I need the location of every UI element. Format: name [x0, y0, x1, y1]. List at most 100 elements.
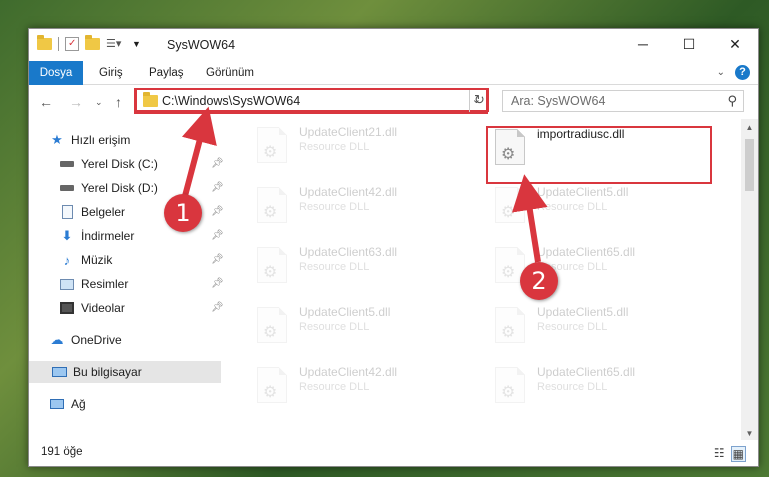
pin-icon[interactable]: 📌︎: [211, 230, 224, 241]
pin-icon[interactable]: 📌︎: [211, 254, 224, 265]
item-count: 191 öğe: [41, 446, 83, 458]
nav-item-videos[interactable]: Videolar: [59, 297, 125, 319]
search-input[interactable]: Ara: SysWOW64: [511, 94, 605, 108]
folder-icon: [37, 35, 52, 50]
recent-locations-icon[interactable]: ⌄: [95, 97, 103, 108]
tab-share[interactable]: Paylaş: [137, 61, 196, 85]
pin-icon[interactable]: 📌︎: [211, 206, 224, 217]
highlight-frame-address: [134, 88, 488, 114]
file-name: UpdateClient5.dll: [299, 305, 391, 319]
nav-network[interactable]: Ağ: [49, 393, 86, 415]
help-icon[interactable]: ?: [735, 65, 750, 80]
nav-this-pc[interactable]: Bu bilgisayar: [29, 361, 221, 383]
dll-file-icon: ⚙: [495, 307, 525, 343]
search-box[interactable]: Ara: SysWOW64 ⚲: [502, 90, 744, 112]
details-view-icon[interactable]: ☷: [714, 446, 725, 462]
pin-icon[interactable]: 📌︎: [211, 278, 224, 289]
close-button[interactable]: ✕: [712, 29, 758, 59]
nav-label: Yerel Disk (D:): [81, 181, 158, 195]
file-name: UpdateClient63.dll: [299, 245, 398, 259]
minimize-button[interactable]: ─: [620, 29, 666, 59]
title-bar: ✓ ☰▾ ▼ SysWOW64 ─ ☐ ✕: [29, 29, 758, 61]
navigation-pane: ★ Hızlı erişim Yerel Disk (C:) Yerel Dis…: [29, 119, 225, 442]
file-item[interactable]: ⚙ UpdateClient21.dll Resource DLL: [243, 121, 467, 177]
file-item[interactable]: ⚙ UpdateClient5.dll Resource DLL: [481, 181, 705, 237]
nav-item-pictures[interactable]: Resimler: [59, 273, 128, 295]
drive-icon: [59, 180, 75, 196]
dll-file-icon: ⚙: [495, 367, 525, 403]
step-badge-2: 2: [520, 262, 558, 300]
nav-quick-access[interactable]: ★ Hızlı erişim: [49, 129, 130, 151]
downloads-icon: ⬇: [61, 228, 73, 243]
dll-file-icon: ⚙: [257, 127, 287, 163]
dll-file-icon: ⚙: [495, 187, 525, 223]
vertical-scrollbar[interactable]: ▲ ▼: [741, 119, 758, 442]
window-controls: ─ ☐ ✕: [620, 29, 758, 59]
nav-label: Belgeler: [81, 205, 126, 219]
window-title: SysWOW64: [167, 38, 236, 52]
nav-label: İndirmeler: [81, 229, 135, 243]
file-name: UpdateClient5.dll: [537, 305, 629, 319]
file-item[interactable]: ⚙ UpdateClient65.dll Resource DLL: [481, 361, 705, 417]
ribbon-controls: ⌄ ?: [717, 65, 750, 80]
scroll-up-icon[interactable]: ▲: [741, 119, 758, 136]
pin-icon[interactable]: 📌︎: [211, 182, 224, 193]
status-bar: 191 öğe ☷ ▦: [29, 440, 758, 466]
file-description: Resource DLL: [299, 201, 370, 213]
nav-item-downloads[interactable]: ⬇ İndirmeler: [59, 225, 135, 247]
file-description: Resource DLL: [299, 321, 370, 333]
file-name: UpdateClient42.dll: [299, 185, 398, 199]
pictures-icon: [59, 276, 75, 292]
nav-onedrive[interactable]: ☁ OneDrive: [49, 329, 122, 351]
network-icon: [49, 396, 65, 412]
back-arrow-icon[interactable]: ←: [39, 94, 53, 110]
file-item[interactable]: ⚙ UpdateClient42.dll Resource DLL: [243, 361, 467, 417]
nav-label: Videolar: [81, 301, 125, 315]
file-item[interactable]: ⚙ UpdateClient65.dll Resource DLL: [481, 241, 705, 297]
toolbar-dropdown-icon[interactable]: ▼: [132, 39, 141, 49]
nav-item-local-disk-d[interactable]: Yerel Disk (D:): [59, 177, 158, 199]
tab-file[interactable]: Dosya: [29, 61, 83, 85]
file-description: Resource DLL: [537, 381, 608, 393]
step-badge-1: 1: [164, 194, 202, 232]
pin-icon[interactable]: 📌︎: [211, 302, 224, 313]
quick-access-toolbar: ✓ ☰▾ ▼: [37, 35, 141, 51]
new-folder-icon[interactable]: [85, 35, 100, 50]
file-name: UpdateClient65.dll: [537, 245, 636, 259]
file-name: UpdateClient42.dll: [299, 365, 398, 379]
file-description: Resource DLL: [537, 201, 608, 213]
drive-icon: [59, 156, 75, 172]
customize-icon[interactable]: ☰▾: [106, 37, 121, 51]
nav-label: Bu bilgisayar: [73, 365, 142, 379]
nav-label: Resimler: [81, 277, 129, 291]
nav-item-local-disk-c[interactable]: Yerel Disk (C:): [59, 153, 158, 175]
cloud-icon: ☁: [50, 332, 64, 347]
dll-file-icon: ⚙: [257, 307, 287, 343]
videos-icon: [59, 300, 75, 316]
file-item[interactable]: ⚙ UpdateClient42.dll Resource DLL: [243, 181, 467, 237]
scrollbar-thumb[interactable]: [745, 139, 754, 191]
tab-home[interactable]: Giriş: [87, 61, 135, 85]
file-description: Resource DLL: [299, 141, 370, 153]
tab-view[interactable]: Görünüm: [194, 61, 266, 85]
ribbon-tabs: Dosya Giriş Paylaş Görünüm ⌄ ?: [29, 61, 758, 85]
dll-file-icon: ⚙: [257, 247, 287, 283]
properties-icon[interactable]: ✓: [65, 37, 79, 51]
up-arrow-icon[interactable]: ↑: [115, 94, 122, 110]
expand-ribbon-icon[interactable]: ⌄: [717, 67, 725, 78]
pin-icon[interactable]: 📌︎: [211, 158, 224, 169]
computer-icon: [51, 364, 67, 380]
search-icon[interactable]: ⚲: [727, 93, 737, 109]
file-item[interactable]: ⚙ UpdateClient5.dll Resource DLL: [243, 301, 467, 357]
nav-item-documents[interactable]: Belgeler: [59, 201, 125, 223]
nav-label: Müzik: [81, 253, 113, 267]
forward-arrow-icon[interactable]: →: [69, 94, 83, 110]
dll-file-icon: ⚙: [257, 187, 287, 223]
file-item[interactable]: ⚙ UpdateClient63.dll Resource DLL: [243, 241, 467, 297]
nav-item-music[interactable]: ♪ Müzik: [59, 249, 113, 271]
dll-file-icon: ⚙: [257, 367, 287, 403]
large-icons-view-icon[interactable]: ▦: [730, 446, 746, 462]
maximize-button[interactable]: ☐: [666, 29, 712, 59]
nav-label: Yerel Disk (C:): [81, 157, 158, 171]
file-item[interactable]: ⚙ UpdateClient5.dll Resource DLL: [481, 301, 705, 357]
